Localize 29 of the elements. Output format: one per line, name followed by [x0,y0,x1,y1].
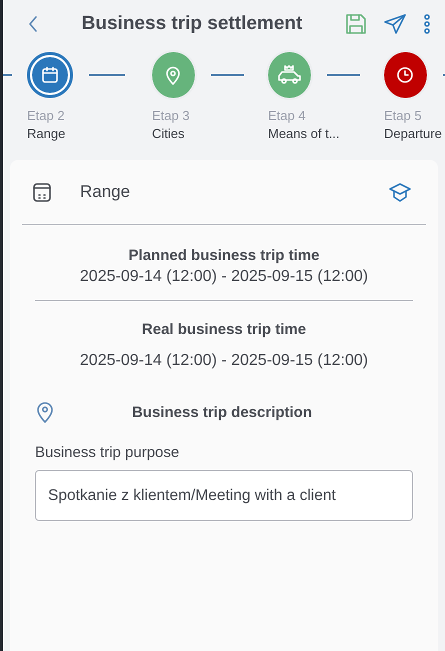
period-title: Real business trip time [142,321,306,338]
step-number: Etap 2 [27,108,66,123]
purpose-field[interactable]: Spotkanie z klientem/Meeting with a client [35,470,413,521]
graduation-cap-icon [388,181,412,203]
location-pin-icon [35,400,55,424]
step-circle[interactable] [384,52,427,98]
period-title: Planned business trip time [128,247,320,264]
step-label: Departure [384,126,443,141]
step-label: Range [27,126,66,141]
calendar-icon [41,66,59,84]
clock-icon [396,66,414,84]
page-title: Business trip settlement [80,13,304,35]
description-title: Business trip description [130,404,314,420]
paper-plane-icon [383,13,407,35]
step-label: Means of t... [268,126,341,141]
period-value: 2025-09-14 (12:00) - 2025-09-15 (12:00) [80,268,368,286]
step-number: Etap 3 [152,108,191,123]
step-circle[interactable] [27,52,73,98]
step-number: Etap 4 [268,108,307,123]
step-number: Etap 5 [384,108,423,123]
period-value: 2025-09-14 (12:00) - 2025-09-15 (12:00) [80,352,368,370]
field-label: Business trip purpose [35,444,180,461]
step-label: Cities [152,126,186,141]
back-chevron-icon [27,15,39,33]
more-vertical-icon [423,13,431,35]
section-title: Range [80,182,132,202]
car-icon [276,64,302,86]
location-pin-icon [164,65,182,85]
calendar-icon [32,181,52,203]
